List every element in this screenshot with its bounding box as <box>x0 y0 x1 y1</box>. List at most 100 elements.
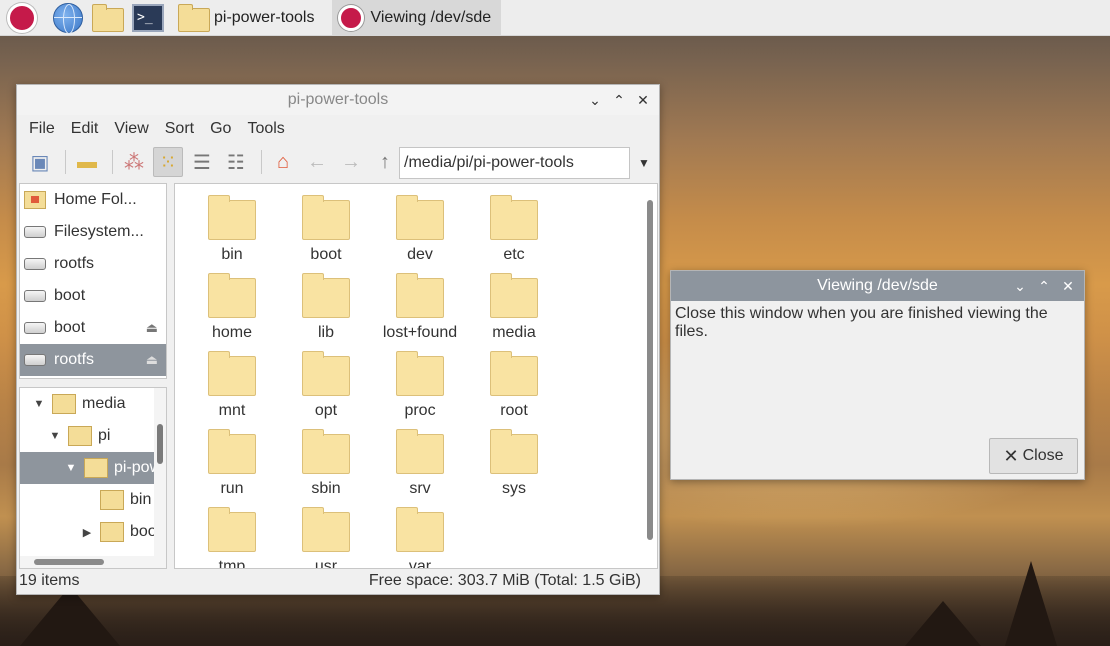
folder-icon <box>178 3 210 32</box>
menu-tools[interactable]: Tools <box>239 120 292 138</box>
minimize-icon[interactable]: ⌄ <box>583 92 607 109</box>
close-button[interactable]: ✕ Close <box>989 438 1078 474</box>
place-rootfs[interactable]: rootfs <box>20 248 166 280</box>
menu-go[interactable]: Go <box>202 120 239 138</box>
compact-view-icon[interactable]: ☰ <box>187 147 217 177</box>
place-label: rootfs <box>54 351 95 368</box>
task-label: pi-power-tools <box>214 8 315 26</box>
terminal-icon[interactable]: >_ <box>132 2 164 34</box>
folder-item[interactable]: bin <box>185 190 279 268</box>
folder-item[interactable]: tmp <box>185 502 279 568</box>
task-pi-power-tools[interactable]: pi-power-tools <box>172 0 324 36</box>
folder-item[interactable]: srv <box>373 424 467 502</box>
folder-icon <box>490 195 538 240</box>
folder-icon <box>52 394 76 414</box>
folder-label: boot <box>310 246 342 263</box>
menu-file[interactable]: File <box>21 120 63 138</box>
place-boot-removable[interactable]: boot ⏏ <box>20 312 166 344</box>
folder-item[interactable]: mnt <box>185 346 279 424</box>
tree-horizontal-scrollbar[interactable] <box>20 556 166 568</box>
thumbnail-view-icon[interactable]: ⁙ <box>153 147 183 177</box>
folder-item[interactable]: var <box>373 502 467 568</box>
folder-item[interactable]: lib <box>279 268 373 346</box>
tree-item-bin[interactable]: bin <box>20 484 166 516</box>
minimize-icon[interactable]: ⌄ <box>1008 278 1032 295</box>
folder-icon <box>302 507 350 552</box>
place-rootfs-removable[interactable]: rootfs ⏏ <box>20 344 166 376</box>
menu-edit[interactable]: Edit <box>63 120 107 138</box>
maximize-icon[interactable]: ⌃ <box>607 92 631 109</box>
home-icon[interactable]: ⌂ <box>268 147 298 177</box>
eject-icon[interactable]: ⏏ <box>146 352 158 368</box>
eject-icon[interactable]: ⏏ <box>146 320 158 336</box>
menu-view[interactable]: View <box>106 120 156 138</box>
folder-view-scrollbar[interactable] <box>645 190 655 564</box>
tree-vertical-scrollbar[interactable] <box>154 388 166 558</box>
folder-item[interactable]: root <box>467 346 561 424</box>
folder-icon <box>490 273 538 318</box>
up-arrow-icon[interactable]: ↑ <box>370 147 400 177</box>
folder-label: sys <box>502 480 526 497</box>
close-icon: ✕ <box>1003 445 1019 466</box>
new-window-icon[interactable]: ▣ <box>25 147 55 177</box>
folder-icon <box>84 458 108 478</box>
folder-item[interactable]: opt <box>279 346 373 424</box>
forward-arrow-icon[interactable]: → <box>336 147 366 177</box>
folder-icon <box>396 273 444 318</box>
path-dropdown-icon[interactable]: ▼ <box>633 147 655 179</box>
folder-icon <box>302 273 350 318</box>
tree-item-pi-power-tools[interactable]: ▼ pi-pow <box>20 452 166 484</box>
web-browser-icon[interactable] <box>52 2 84 34</box>
folder-item[interactable]: lost+found <box>373 268 467 346</box>
close-button-label: Close <box>1022 447 1064 464</box>
dialog-titlebar[interactable]: Viewing /dev/sde ⌄ ⌃ ✕ <box>671 271 1084 301</box>
folder-item[interactable]: etc <box>467 190 561 268</box>
folder-label: bin <box>221 246 243 263</box>
folder-item[interactable]: usr <box>279 502 373 568</box>
place-label: rootfs <box>54 255 95 272</box>
place-boot[interactable]: boot <box>20 280 166 312</box>
folder-item[interactable]: dev <box>373 190 467 268</box>
file-manager-titlebar[interactable]: pi-power-tools ⌄ ⌃ ✕ <box>17 85 659 115</box>
file-manager-window: pi-power-tools ⌄ ⌃ ✕ File Edit View Sort… <box>16 84 660 595</box>
folder-item[interactable]: home <box>185 268 279 346</box>
item-count: 19 items <box>19 572 80 589</box>
folder-item[interactable]: sbin <box>279 424 373 502</box>
close-icon[interactable]: ✕ <box>631 92 655 109</box>
folder-icon <box>100 522 124 542</box>
tree-item-boot[interactable]: ▶ boot <box>20 516 166 548</box>
folder-label: run <box>220 480 244 497</box>
new-folder-icon[interactable]: ▬ <box>72 147 102 177</box>
file-manager-icon[interactable] <box>92 2 124 34</box>
free-space: Free space: 303.7 MiB (Total: 1.5 GiB) <box>368 572 641 589</box>
task-label: Viewing /dev/sde <box>370 8 492 26</box>
chevron-down-icon[interactable]: ▼ <box>64 462 78 474</box>
back-arrow-icon[interactable]: ← <box>302 147 332 177</box>
place-home-folder[interactable]: Home Fol... <box>20 184 166 216</box>
icon-view-icon[interactable]: ⁂ <box>119 147 149 177</box>
folder-item[interactable]: media <box>467 268 561 346</box>
task-viewing-dev-sde[interactable]: Viewing /dev/sde <box>332 0 502 36</box>
maximize-icon[interactable]: ⌃ <box>1032 278 1056 295</box>
folder-icon <box>396 429 444 474</box>
tree-item-media[interactable]: ▼ media <box>20 388 166 420</box>
folder-icon <box>208 507 256 552</box>
list-view-icon[interactable]: ☷ <box>221 147 251 177</box>
folder-item[interactable]: proc <box>373 346 467 424</box>
chevron-down-icon[interactable]: ▼ <box>32 398 46 410</box>
place-filesystem[interactable]: Filesystem... <box>20 216 166 248</box>
raspberry-menu-icon[interactable] <box>6 2 38 34</box>
close-icon[interactable]: ✕ <box>1056 278 1080 295</box>
menu-sort[interactable]: Sort <box>157 120 202 138</box>
chevron-down-icon[interactable]: ▼ <box>48 430 62 442</box>
folder-item[interactable]: run <box>185 424 279 502</box>
path-input[interactable]: /media/pi/pi-power-tools <box>399 147 630 179</box>
chevron-right-icon[interactable]: ▶ <box>80 526 94 539</box>
folder-icon <box>396 507 444 552</box>
folder-item[interactable]: sys <box>467 424 561 502</box>
tree-item-pi[interactable]: ▼ pi <box>20 420 166 452</box>
folder-label: opt <box>314 402 338 419</box>
folder-item[interactable]: boot <box>279 190 373 268</box>
temple-silhouette <box>20 586 120 646</box>
folder-view: bin boot dev etc home lib lost+found med… <box>174 183 658 569</box>
